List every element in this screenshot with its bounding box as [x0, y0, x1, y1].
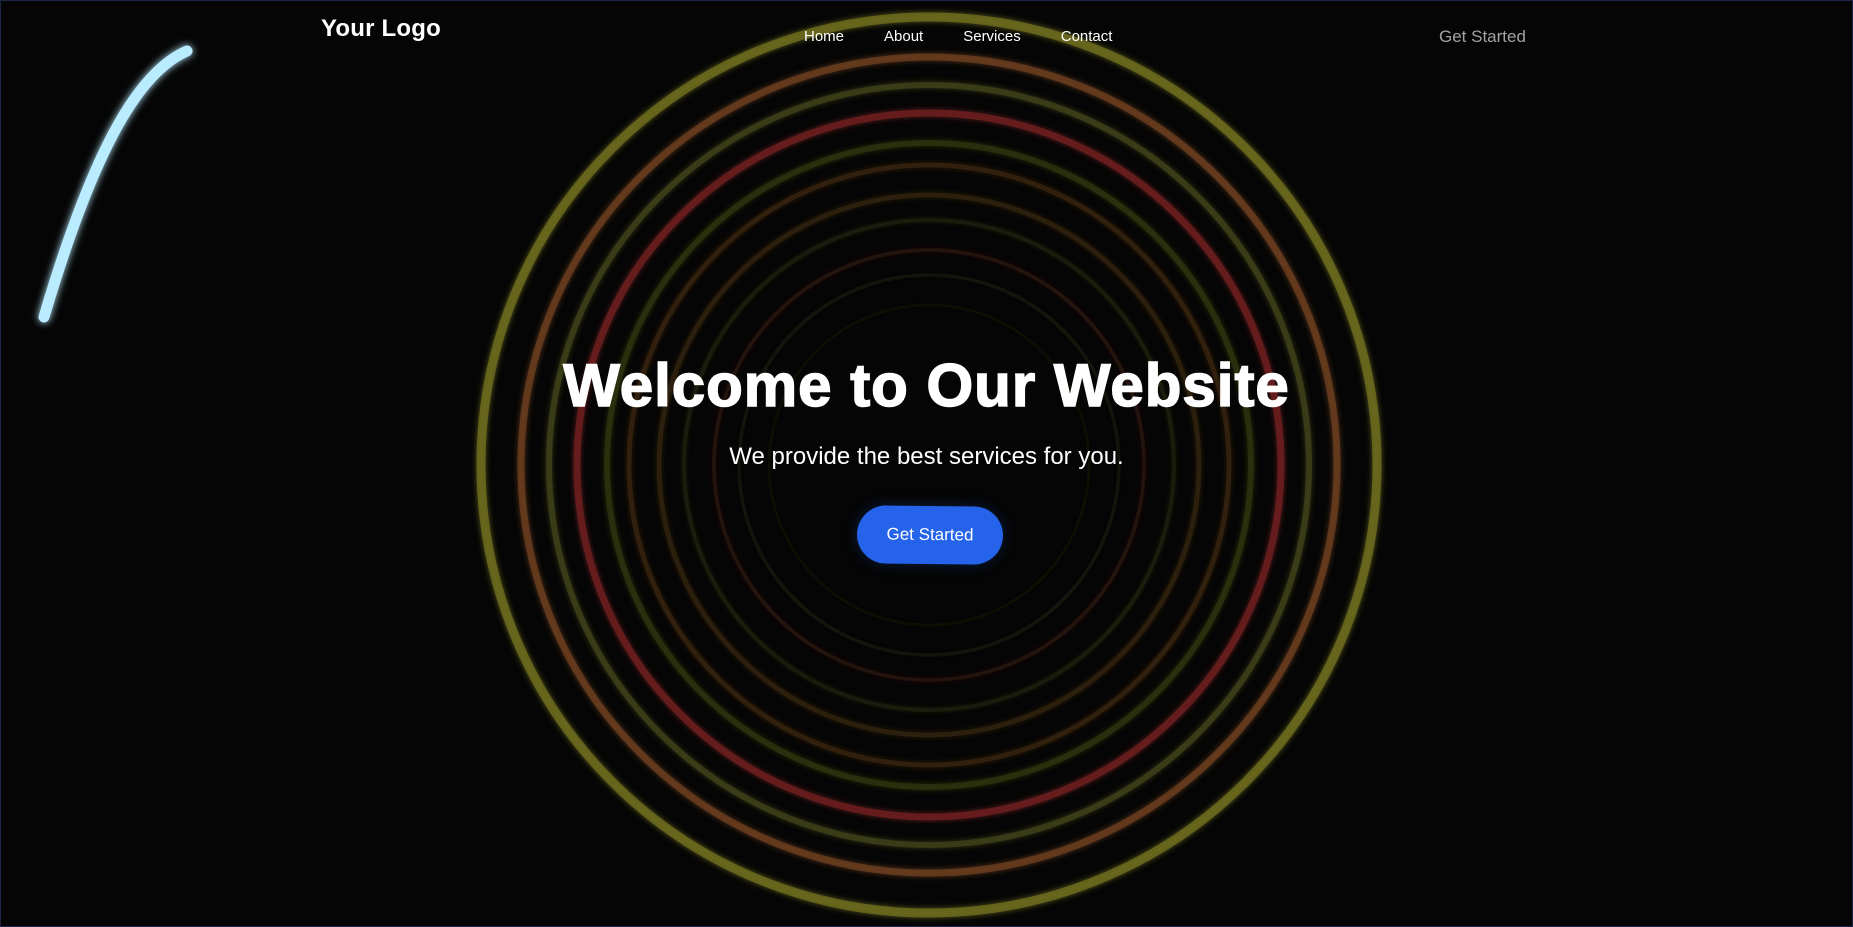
hero: Welcome to Our Website We provide the be… — [1, 1, 1852, 926]
page: Your Logo Home About Services Contact Ge… — [0, 0, 1853, 927]
get-started-button[interactable]: Get Started — [856, 505, 1004, 565]
hero-subtitle: We provide the best services for you. — [729, 443, 1124, 470]
hero-title: Welcome to Our Website — [562, 351, 1290, 420]
